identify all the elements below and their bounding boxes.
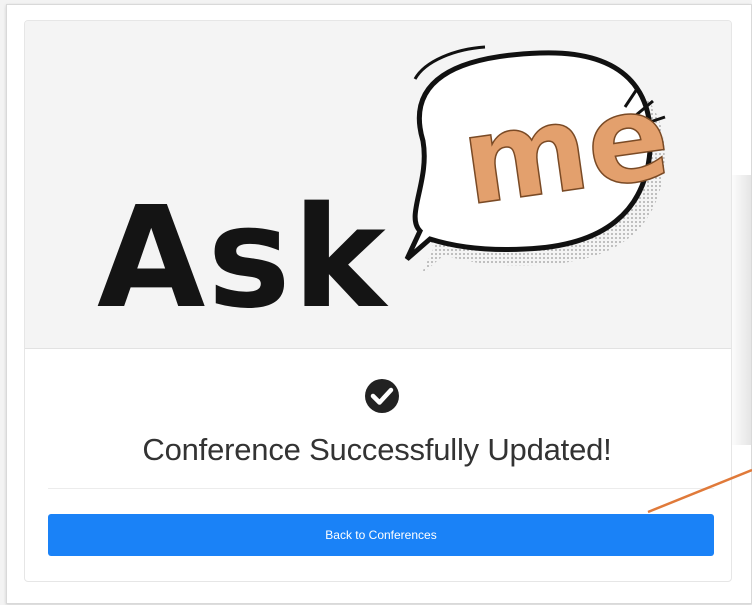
success-message: Conference Successfully Updated! (142, 432, 612, 467)
confirmation-card: me Ask (24, 20, 732, 582)
divider (48, 488, 714, 489)
logo-banner: me Ask (25, 21, 731, 349)
logo-main-text: Ask (97, 177, 389, 340)
check-circle-icon (365, 379, 399, 413)
side-shadow (729, 175, 751, 445)
back-to-conferences-button[interactable]: Back to Conferences (48, 514, 714, 556)
askme-logo: me Ask (97, 45, 678, 340)
logo-bubble-text: me (454, 66, 678, 232)
